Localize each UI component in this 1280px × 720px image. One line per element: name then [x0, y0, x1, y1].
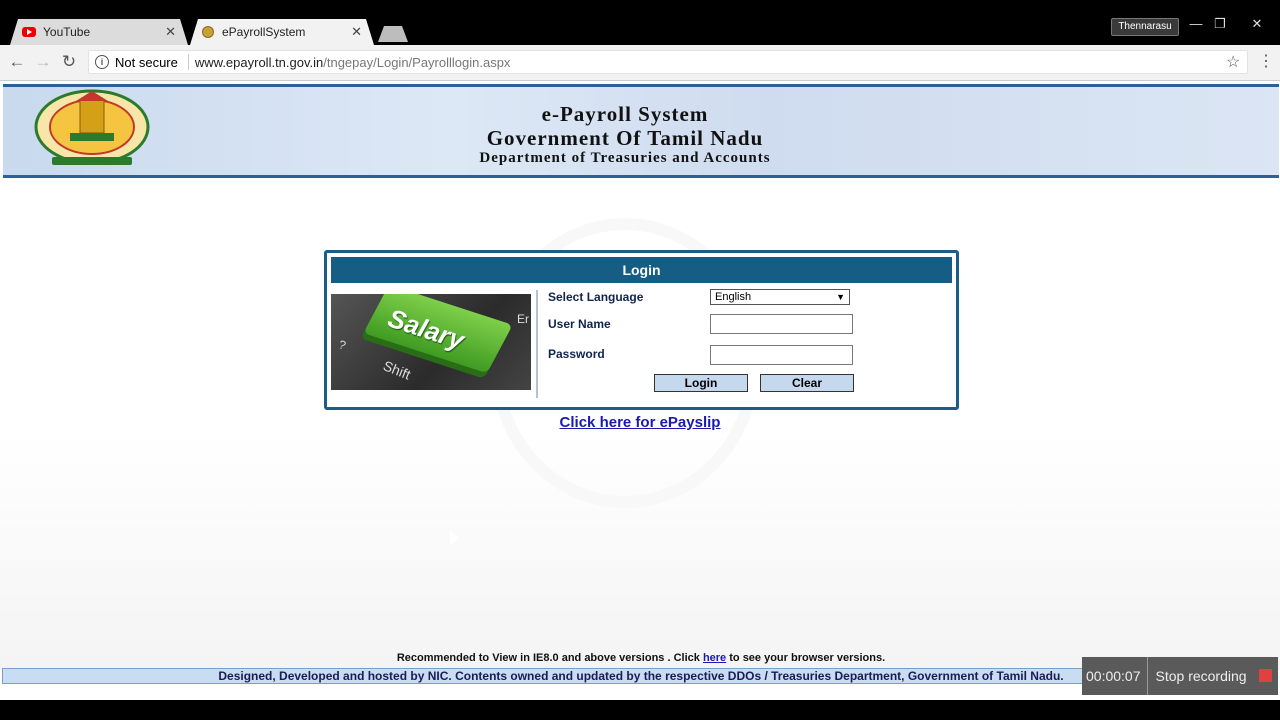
tab-label: YouTube [43, 25, 91, 39]
salary-keyboard-image: Salary Shift ? Er [331, 294, 531, 390]
profile-button[interactable]: Thennarasu [1111, 18, 1179, 36]
banner-government: Government Of Tamil Nadu [486, 126, 764, 150]
login-header: Login [331, 257, 952, 283]
language-value: English [715, 291, 752, 303]
banner-title: e-Payroll System [541, 102, 709, 126]
tab-epayroll[interactable]: ePayrollSystem ✕ [190, 19, 374, 45]
tab-label: ePayrollSystem [222, 25, 306, 39]
tab-youtube[interactable]: YouTube ✕ [10, 19, 188, 45]
close-icon[interactable]: ✕ [351, 24, 362, 40]
close-icon[interactable]: ✕ [165, 24, 176, 40]
enter-key-label: Er [517, 312, 529, 326]
reload-icon[interactable]: ↻ [58, 52, 80, 72]
recording-time: 00:00:07 [1082, 657, 1148, 695]
clear-button[interactable]: Clear [760, 374, 854, 392]
footer-browser-note: Recommended to View in IE8.0 and above v… [300, 652, 982, 664]
youtube-icon [22, 27, 36, 37]
login-button[interactable]: Login [654, 374, 748, 392]
restore-icon[interactable]: ❐ [1209, 16, 1231, 32]
divider [187, 54, 189, 70]
username-input[interactable] [710, 314, 853, 334]
tamil-nadu-emblem-icon [34, 89, 150, 165]
security-label: Not secure [115, 54, 178, 70]
shift-key-label: Shift [381, 357, 413, 383]
url-host: www.epayroll.tn.gov.in [194, 54, 324, 70]
language-label: Select Language [548, 290, 644, 304]
username-label: User Name [548, 317, 611, 331]
bookmark-star-icon[interactable]: ☆ [1226, 52, 1240, 72]
stop-icon[interactable] [1259, 669, 1272, 682]
back-icon[interactable]: ← [6, 52, 28, 72]
footer-note-suffix: to see your browser versions. [729, 652, 886, 664]
window-close-icon[interactable]: ✕ [1246, 16, 1268, 32]
epayslip-link[interactable]: Click here for ePayslip [540, 414, 740, 431]
question-key-label: ? [337, 337, 348, 353]
minimize-icon[interactable]: — [1185, 16, 1207, 31]
mouse-cursor-icon [450, 530, 458, 546]
menu-icon[interactable]: ⋮ [1258, 51, 1274, 71]
info-icon[interactable]: i [95, 55, 109, 69]
browser-tab-strip [0, 0, 1280, 45]
banner-department: Department of Treasuries and Accounts [479, 150, 771, 166]
chevron-down-icon: ▼ [836, 292, 845, 302]
forward-icon[interactable]: → [32, 52, 54, 72]
stop-recording-button[interactable]: Stop recording [1148, 668, 1247, 684]
password-input[interactable] [710, 345, 853, 365]
footer-note-prefix: Recommended to View in IE8.0 and above v… [396, 652, 700, 664]
address-bar[interactable]: i Not secure www.epayroll.tn.gov.in/tnge… [88, 50, 1248, 74]
screen-bottom-edge [0, 700, 1280, 720]
browser-version-link[interactable]: here [703, 652, 726, 664]
url-path: /tngepay/Login/Payrolllogin.aspx [323, 54, 511, 70]
login-divider [536, 290, 538, 398]
password-label: Password [548, 347, 605, 361]
language-select[interactable]: English ▼ [710, 289, 850, 305]
screen-recorder-widget: 00:00:07 Stop recording [1082, 657, 1278, 695]
emblem-favicon-icon [202, 26, 214, 38]
